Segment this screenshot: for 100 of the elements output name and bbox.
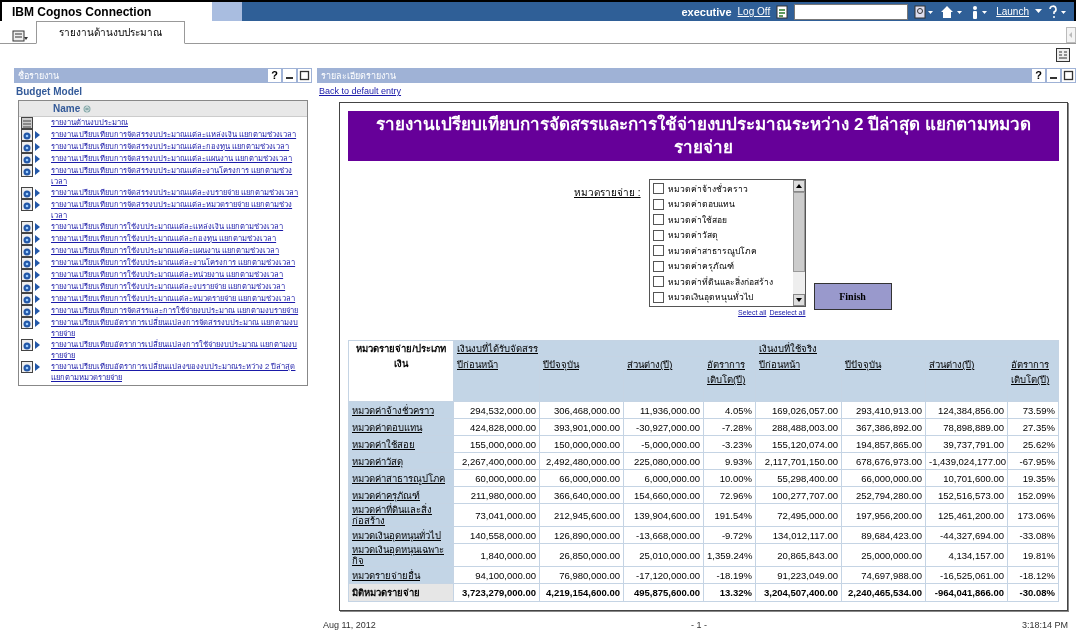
table-cell: 27.35%	[1007, 418, 1059, 436]
caret-icon[interactable]	[1035, 9, 1042, 14]
report-run-icon[interactable]	[21, 361, 40, 373]
launch-link[interactable]: Launch	[996, 6, 1029, 17]
report-run-icon[interactable]	[21, 233, 40, 245]
table-cell: 72,495,000.00	[755, 503, 842, 527]
package-name: Budget Model	[15, 85, 84, 99]
finish-button[interactable]: Finish	[813, 283, 892, 310]
report-run-icon[interactable]	[21, 187, 40, 199]
table-cell: 39,737,791.00	[925, 435, 1008, 453]
option-label: หมวดค่าสาธารณูปโภค	[667, 244, 757, 258]
checkbox[interactable]	[652, 183, 664, 195]
table-cell: -13,668,000.00	[623, 526, 704, 544]
checkbox[interactable]	[652, 260, 664, 272]
report-run-icon[interactable]	[21, 339, 40, 351]
table-cell: 306,468,000.00	[539, 401, 624, 419]
scroll-up-icon[interactable]	[792, 180, 805, 192]
table-cell: 25,010,000.00	[623, 543, 704, 567]
portal-tab[interactable]: รายงานด้านงบประมาณ	[36, 21, 185, 44]
table-cell: -9.72%	[703, 526, 756, 544]
checkbox[interactable]	[652, 276, 664, 288]
table-cell: 225,080,000.00	[623, 452, 704, 470]
table-cell: 10.00%	[703, 469, 756, 487]
table-cell: 211,980,000.00	[453, 486, 540, 504]
checkbox[interactable]	[652, 245, 664, 257]
table-cell: -16,525,061.00	[925, 566, 1008, 584]
report-run-icon[interactable]	[21, 165, 40, 177]
scroll-down-icon[interactable]	[792, 294, 805, 306]
table-cell: 26,850,000.00	[539, 543, 624, 567]
report-run-icon[interactable]	[21, 141, 40, 153]
column-header[interactable]: Name	[53, 103, 81, 114]
report-run-icon[interactable]	[21, 317, 40, 329]
report-title: รายงานเปรียบเทียบการจัดสรรและการใช้จ่ายงบประมาณระหว่าง 2 ปีล่าสุด แยกตามหมวดรายจ่าย	[348, 111, 1059, 161]
table-cell: 19.81%	[1007, 543, 1059, 567]
table-cell: 366,640,000.00	[539, 486, 624, 504]
maximize-icon[interactable]	[1062, 69, 1075, 82]
table-cell: 91,223,049.00	[755, 566, 842, 584]
table-cell: -17,120,000.00	[623, 566, 704, 584]
table-cell: -67.95%	[1007, 452, 1059, 470]
checkbox[interactable]	[652, 198, 664, 210]
table-cell: -30,927,000.00	[623, 418, 704, 436]
table-cell: 150,000,000.00	[539, 435, 624, 453]
table-cell: 55,298,400.00	[755, 469, 842, 487]
report-run-icon[interactable]	[21, 293, 40, 305]
table-header: หมวดรายจ่าย/ประเภทเงิน	[348, 340, 454, 402]
table-cell: 252,794,280.00	[841, 486, 926, 504]
table-cell: 78,898,889.00	[925, 418, 1008, 436]
checkbox[interactable]	[652, 229, 664, 241]
table-cell: 155,000,000.00	[453, 435, 540, 453]
portal-menu-icon[interactable]	[12, 29, 28, 43]
report-run-icon[interactable]	[21, 269, 40, 281]
table-cell: 94,100,000.00	[453, 566, 540, 584]
table-cell: -7.28%	[703, 418, 756, 436]
table-cell: 124,384,856.00	[925, 401, 1008, 419]
prompt-label: หมวดรายจ่าย :	[574, 186, 641, 200]
table-cell: 76,980,000.00	[539, 566, 624, 584]
help-icon[interactable]	[1048, 4, 1068, 19]
report-run-icon[interactable]	[21, 199, 40, 211]
table-cell: 11,936,000.00	[623, 401, 704, 419]
report-run-icon[interactable]	[21, 257, 40, 269]
table-cell: 152,516,573.00	[925, 486, 1008, 504]
search-field[interactable]	[794, 3, 909, 20]
report-run-icon[interactable]	[21, 129, 40, 141]
table-cell: 19.35%	[1007, 469, 1059, 487]
table-cell: 89,684,423.00	[841, 526, 926, 544]
option-label: หมวดค่าที่ดินและสิ่งก่อสร้าง	[667, 275, 773, 289]
back-link[interactable]: Back to default entry	[317, 83, 404, 102]
report-run-icon[interactable]	[21, 153, 40, 165]
home-icon[interactable]	[940, 4, 965, 19]
help-button[interactable]: ?	[1032, 69, 1045, 82]
table-cell: 60,000,000.00	[453, 469, 540, 487]
maximize-icon[interactable]	[298, 69, 311, 82]
search-icon[interactable]	[914, 4, 935, 19]
help-button[interactable]: ?	[268, 69, 281, 82]
checkbox[interactable]	[652, 291, 664, 303]
table-cell: 367,386,892.00	[841, 418, 926, 436]
table-cell: 1,359.24%	[703, 543, 756, 567]
checkbox[interactable]	[652, 214, 664, 226]
table-cell: 169,026,057.00	[755, 401, 842, 419]
table-cell: 66,000,000.00	[841, 469, 926, 487]
report-run-icon[interactable]	[21, 305, 40, 317]
document-icon[interactable]	[776, 4, 789, 19]
report-run-icon[interactable]	[21, 281, 40, 293]
table-cell: 140,558,000.00	[453, 526, 540, 544]
table-cell: 2,492,480,000.00	[539, 452, 624, 470]
table-cell: 197,956,200.00	[841, 503, 926, 527]
table-cell: 25.62%	[1007, 435, 1059, 453]
table-cell: 4.05%	[703, 401, 756, 419]
option-label: หมวดค่าตอบแทน	[667, 198, 735, 212]
report-run-icon[interactable]	[21, 221, 40, 233]
table-cell: 9.93%	[703, 452, 756, 470]
table-cell: -44,327,694.00	[925, 526, 1008, 544]
logoff-link[interactable]: Log Off	[737, 6, 771, 17]
layout-icon[interactable]	[1056, 48, 1070, 62]
report-run-icon[interactable]	[21, 245, 40, 257]
table-cell: 424,828,000.00	[453, 418, 540, 436]
scrollbar[interactable]	[792, 180, 805, 306]
table-cell: 73,041,000.00	[453, 503, 540, 527]
table-cell: -18.12%	[1007, 566, 1059, 584]
table-cell: 173.06%	[1007, 503, 1059, 527]
